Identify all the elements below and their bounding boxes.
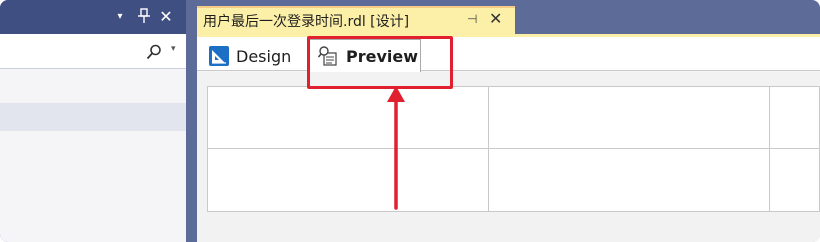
tool-window-title-bar: ▾ ✕ xyxy=(0,0,186,34)
report-canvas xyxy=(197,72,820,242)
panel-splitter[interactable] xyxy=(186,0,197,242)
pin-icon[interactable] xyxy=(136,8,152,26)
search-options-dropdown[interactable]: ▾ xyxy=(171,44,176,54)
document-tab[interactable]: 用户最后一次登录时间.rdl [设计] ⊣ ✕ xyxy=(197,6,515,34)
document-tab-title: 用户最后一次登录时间.rdl [设计] xyxy=(203,14,410,30)
table-cell[interactable] xyxy=(770,149,820,211)
list-item[interactable] xyxy=(0,79,186,103)
selected-list-item[interactable] xyxy=(0,103,186,131)
table-cell[interactable] xyxy=(489,149,770,211)
close-tab-button[interactable]: ✕ xyxy=(489,9,502,28)
window-menu-button[interactable]: ▾ xyxy=(112,8,128,26)
tool-window-search-bar[interactable]: ▾ xyxy=(0,34,186,69)
annotation-highlight-box xyxy=(307,36,453,89)
close-tool-window-button[interactable]: ✕ xyxy=(158,8,174,26)
annotation-arrow-icon xyxy=(387,86,405,210)
tab-design[interactable]: Design xyxy=(203,41,303,71)
report-designer: Design Preview xyxy=(197,37,820,242)
view-tab-strip: Design Preview xyxy=(197,37,820,72)
window-frame: ▾ ✕ ▾ 用户最后一次登录时间.rdl [设计] ⊣ ✕ Design Pre… xyxy=(0,0,820,242)
design-ruler-icon xyxy=(209,46,229,66)
tool-window-content xyxy=(0,69,186,242)
table-cell[interactable] xyxy=(208,87,489,149)
tab-design-label: Design xyxy=(236,46,292,66)
search-icon[interactable] xyxy=(146,44,162,60)
pin-tab-icon[interactable]: ⊣ xyxy=(467,12,477,26)
table-cell[interactable] xyxy=(208,149,489,211)
table-cell[interactable] xyxy=(770,87,820,149)
table-cell[interactable] xyxy=(489,87,770,149)
report-table[interactable] xyxy=(207,86,820,212)
